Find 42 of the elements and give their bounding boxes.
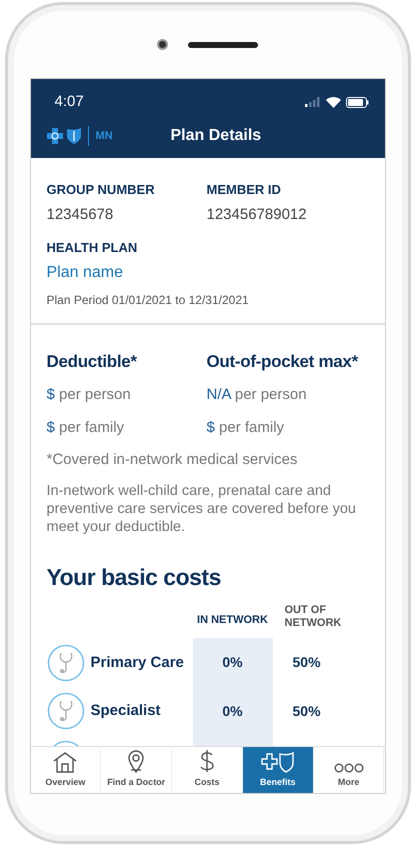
speaker-icon (188, 42, 258, 48)
column-header: IN NETWORK (196, 612, 269, 628)
in-network-cell: 0% (192, 687, 272, 735)
in-network-cell: 0% (192, 638, 272, 687)
more-icon (334, 762, 364, 772)
limit-title: Deductible* (46, 350, 138, 372)
field-label: GROUP NUMBER (46, 181, 156, 199)
limit-amount: $ per family (46, 418, 126, 438)
out-of-network-cell-text: 50% (292, 653, 322, 672)
stethoscope-icon (46, 644, 84, 682)
shield-logo-icon (66, 128, 80, 144)
plan-name: Plan name (46, 262, 124, 282)
field-value: 12345678 (46, 204, 114, 224)
footnote: *Covered in-network medical services (46, 450, 298, 470)
service-label: Primary Care (90, 652, 184, 673)
limit-amount: $ per family (206, 418, 286, 438)
section-title: Your basic costs (46, 562, 222, 592)
limit-amount: N/A per person (206, 385, 308, 405)
cross-and-shield-icon (260, 750, 295, 772)
service-label: Specialist (90, 700, 161, 721)
stethoscope-icon (46, 692, 84, 730)
plan-period: Plan Period 01/01/2021 to 12/31/2021 (46, 292, 250, 308)
tab[interactable]: Benefits (242, 747, 314, 793)
house-icon (52, 750, 78, 772)
field-label: MEMBER ID (206, 181, 282, 199)
dollar-icon (198, 748, 216, 772)
battery-icon (346, 96, 368, 108)
location-pin-icon (127, 748, 146, 772)
page-title: Plan Details (170, 126, 262, 146)
region-label: MN (96, 128, 113, 144)
status-time: 4:07 (54, 92, 84, 112)
coverage-note: In-network well-child care, prenatal care and preventive care services are covered before you meet your deductible. (46, 482, 357, 536)
column-header: OUT OF NETWORK (284, 604, 342, 630)
limit-amount: $ per person (46, 385, 132, 405)
signal-icon (304, 97, 320, 107)
camera-icon (157, 39, 168, 50)
cross-logo-icon (46, 128, 62, 144)
limit-title: Out-of-pocket max* (206, 350, 360, 372)
field-value: 123456789012 (206, 204, 308, 224)
out-of-network-cell-text: 50% (292, 702, 322, 720)
wifi-icon (326, 96, 340, 108)
field-label: HEALTH PLAN (46, 239, 138, 257)
